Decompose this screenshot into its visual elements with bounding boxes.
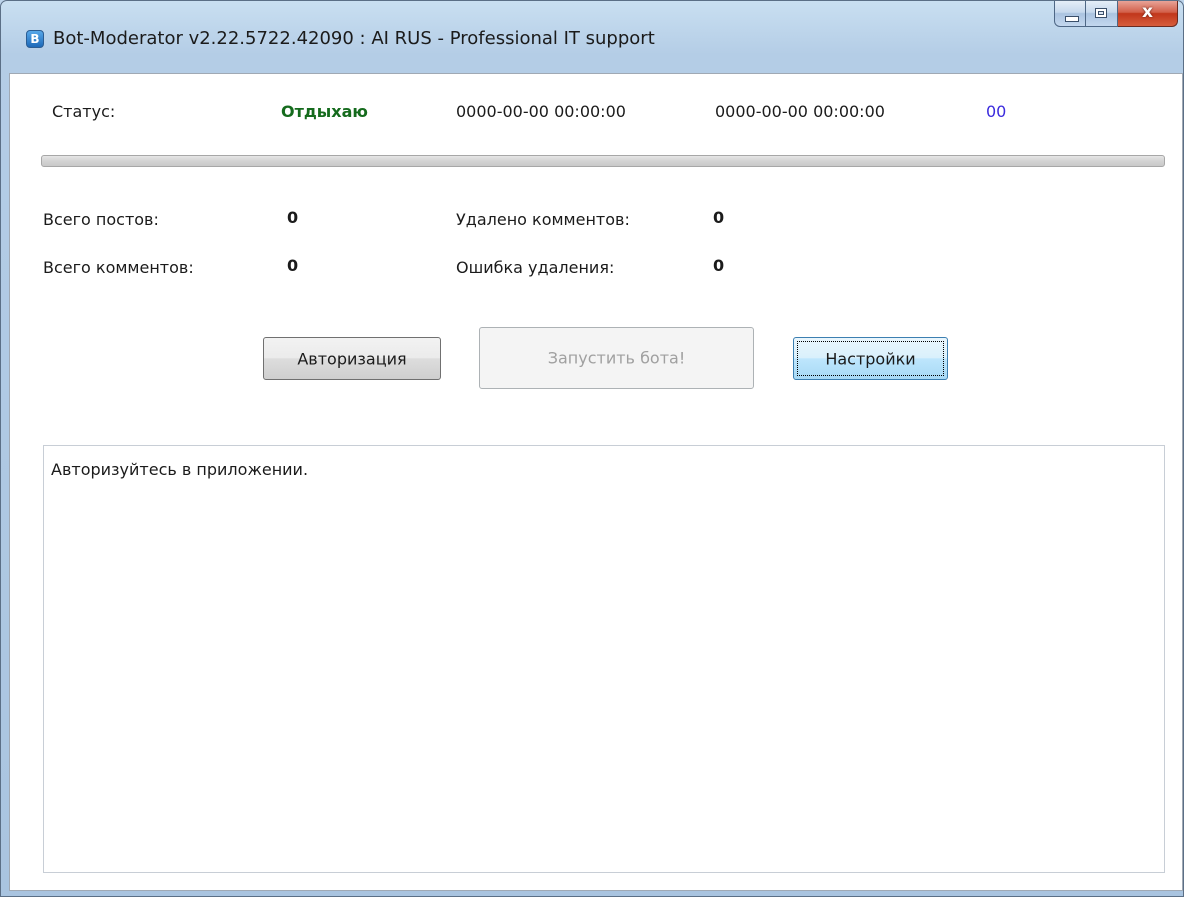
log-textbox[interactable]: Авторизуйтесь в приложении. [43,445,1165,873]
counter-value: 00 [986,102,1007,121]
end-datetime: 0000-00-00 00:00:00 [715,102,885,121]
caption-buttons: x [1054,1,1178,27]
close-icon: x [1142,2,1153,22]
title-bar[interactable]: B Bot-Moderator v2.22.5722.42090 : AI RU… [1,1,1183,49]
delete-errors-value: 0 [713,256,725,275]
status-label: Статус: [52,102,116,121]
minimize-button[interactable] [1054,1,1086,27]
delete-errors-label: Ошибка удаления: [456,258,615,277]
maximize-icon [1095,8,1107,18]
authorize-button-label: Авторизация [297,349,407,368]
maximize-button[interactable] [1086,1,1118,27]
app-icon[interactable]: B [26,30,44,48]
total-posts-label: Всего постов: [43,210,159,229]
deleted-comments-label: Удалено комментов: [456,210,630,229]
status-value: Отдыхаю [281,102,368,121]
start-bot-button[interactable]: Запустить бота! [479,327,754,389]
total-posts-value: 0 [287,208,299,227]
close-button[interactable]: x [1118,1,1178,27]
start-bot-button-label: Запустить бота! [547,348,686,368]
progress-bar [41,155,1165,167]
app-window: B Bot-Moderator v2.22.5722.42090 : AI RU… [0,0,1184,897]
total-comments-label: Всего комментов: [43,258,194,277]
minimize-icon [1065,16,1079,22]
start-datetime: 0000-00-00 00:00:00 [456,102,626,121]
window-title: Bot-Moderator v2.22.5722.42090 : AI RUS … [53,28,655,49]
authorize-button[interactable]: Авторизация [263,337,441,380]
deleted-comments-value: 0 [713,208,725,227]
log-text: Авторизуйтесь в приложении. [51,460,309,479]
settings-button[interactable]: Настройки [793,337,948,380]
client-area: Статус: Отдыхаю 0000-00-00 00:00:00 0000… [9,73,1183,891]
settings-button-label: Настройки [825,349,916,368]
total-comments-value: 0 [287,256,299,275]
